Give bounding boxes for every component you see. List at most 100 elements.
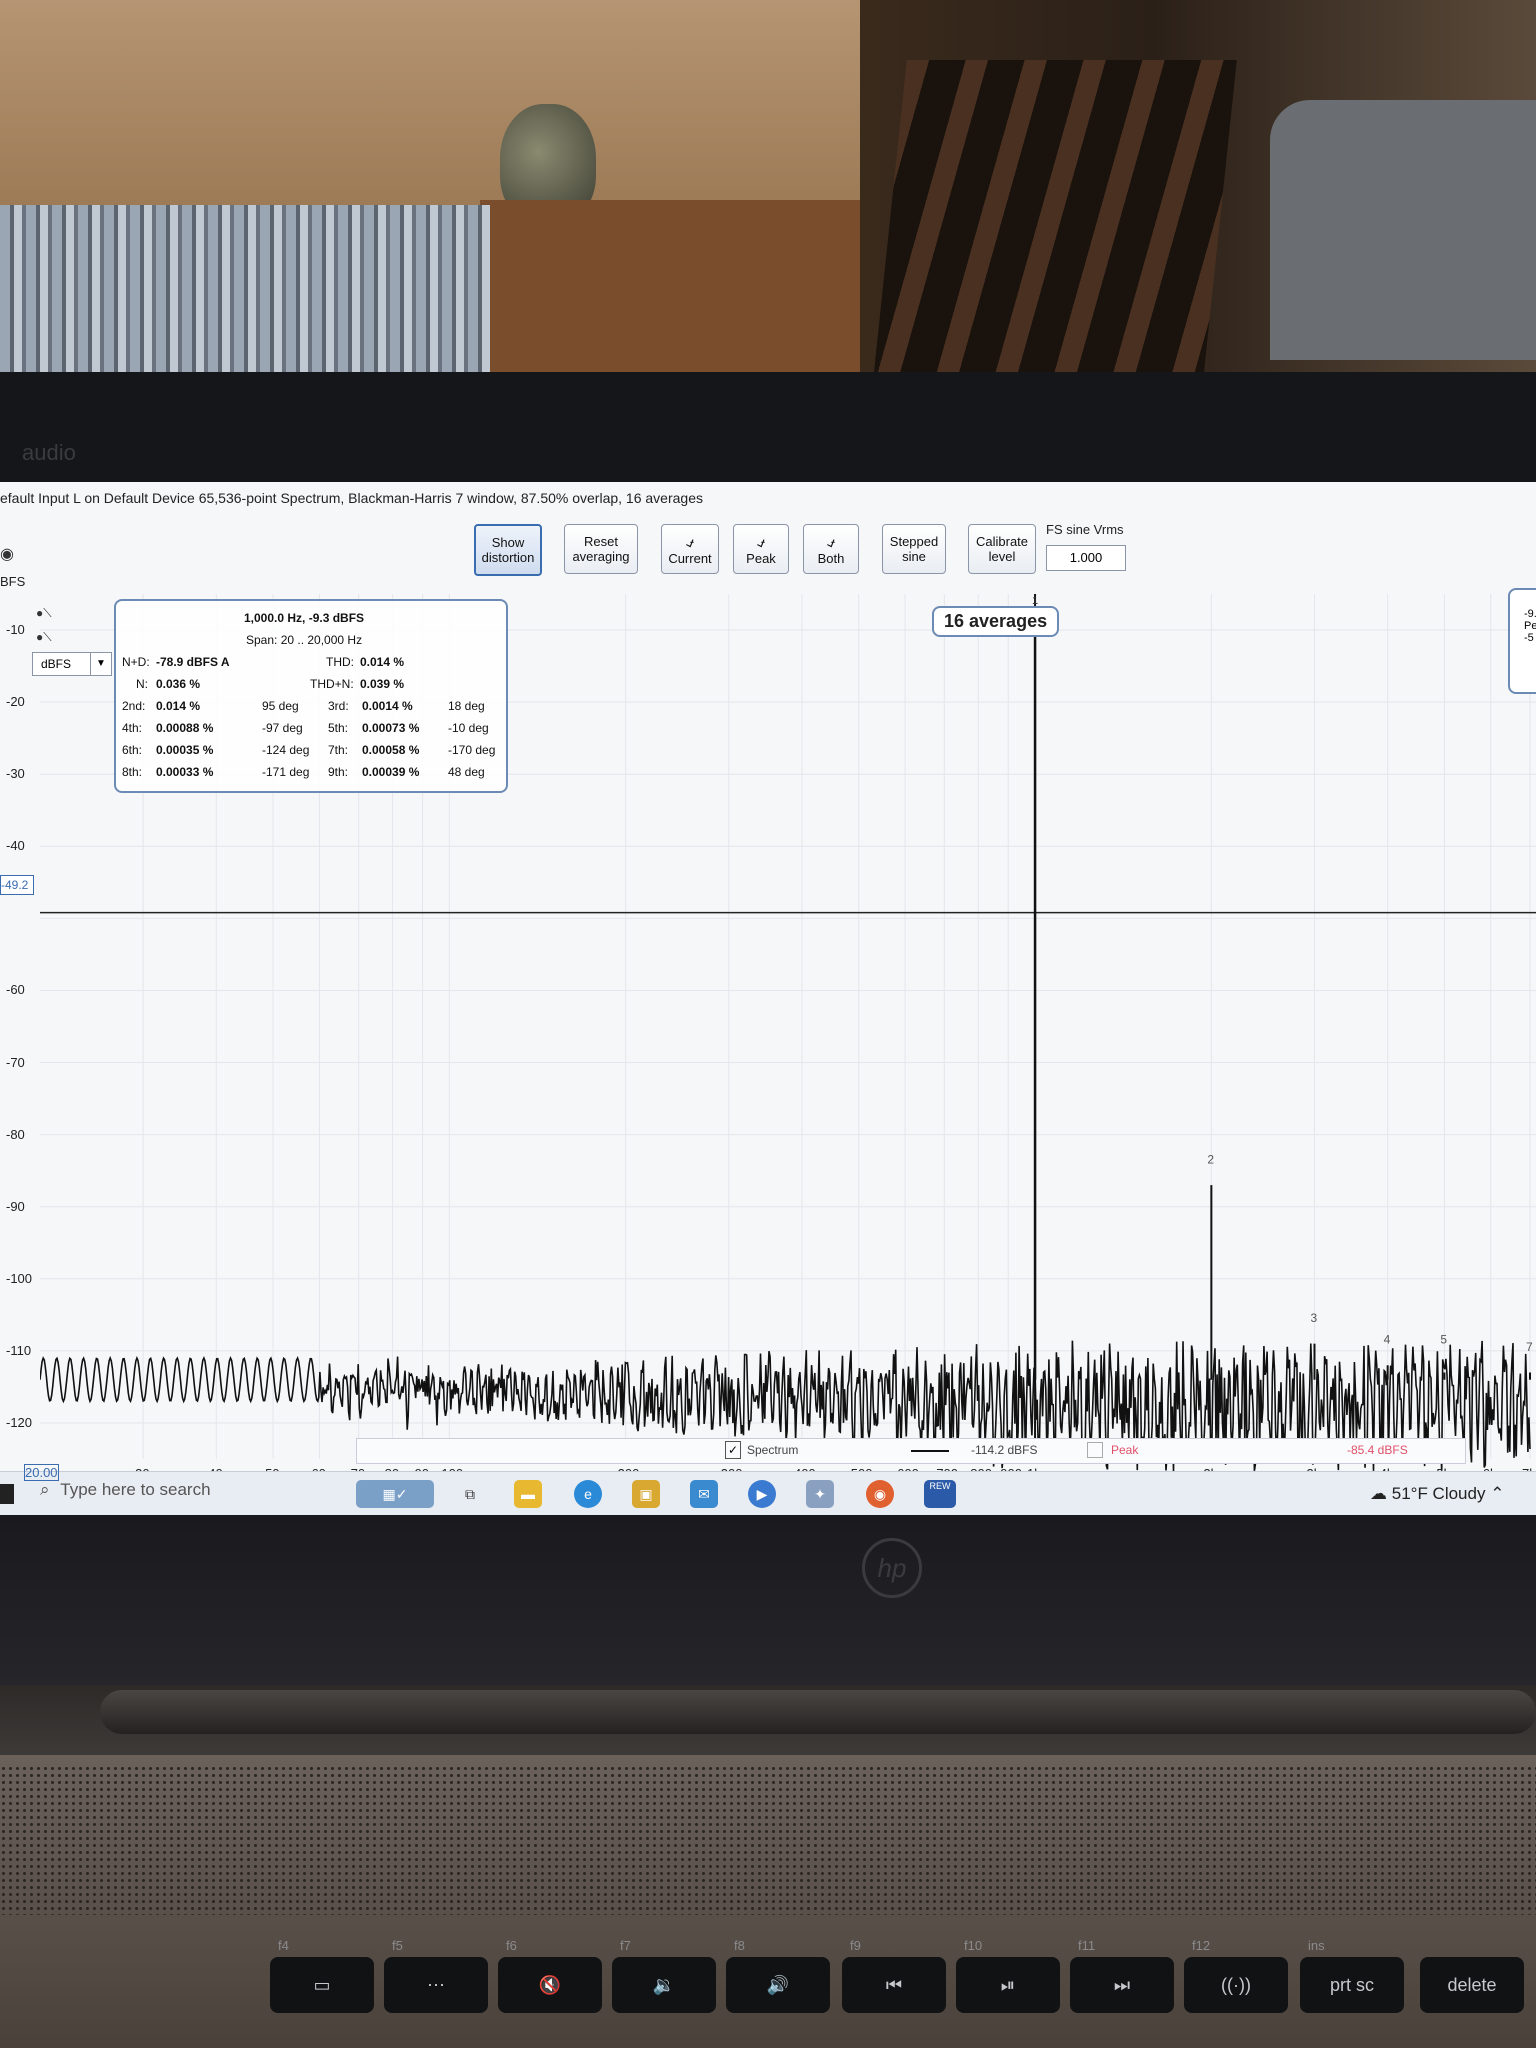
- cloud-icon: ☁: [1370, 1484, 1387, 1503]
- app-icon[interactable]: ✦: [806, 1480, 834, 1508]
- speaker-grille: [0, 1765, 1536, 1915]
- harmonic-p1-1: 95 deg: [262, 699, 299, 713]
- firefox-icon[interactable]: ◉: [866, 1480, 894, 1508]
- harmonic-h2-1: 3rd:: [328, 699, 349, 713]
- unit-select-value: dBFS: [41, 657, 72, 671]
- legend-bar: ✓ Spectrum -114.2 dBFS Peak -85.4 dBFS: [356, 1438, 1466, 1464]
- y-tick-label: -40: [6, 838, 25, 854]
- key-f5: f5 ⋯: [384, 1939, 488, 2013]
- reset-averaging-button[interactable]: Reset averaging: [564, 524, 638, 574]
- key-ins: ins prt sc: [1300, 1939, 1404, 2013]
- both-button[interactable]: ⍻ Both: [803, 524, 859, 574]
- taskbar-search[interactable]: ⌕ Type here to search: [40, 1480, 340, 1508]
- stepped-sine-button[interactable]: Stepped sine: [882, 524, 946, 574]
- taskbar: ⌕ Type here to search ▦✓ ⧉ ▬ e ▣ ✉ ▶ ✦ ◉…: [0, 1471, 1536, 1515]
- harmonic-h1-2: 4th:: [122, 721, 143, 735]
- harmonic-h2-3: 7th:: [328, 743, 349, 757]
- peak-level: -85.4 dBFS: [1347, 1443, 1408, 1457]
- show-distortion-label-2: distortion: [481, 550, 535, 565]
- key-f4: f4 ▭: [270, 1939, 374, 2013]
- harmonic-h2-4: 9th:: [328, 765, 349, 779]
- keyboard-row: f4 ▭ f5 ⋯ f6 🔇 f7 🔉 f8 🔊 f9 ⏮ f10 ⏯ f11 ⏭ f12 ((·)) ins prt…: [0, 1939, 1536, 2048]
- y-tick-label: -100: [6, 1270, 33, 1286]
- fs-sine-label: FS sine Vrms: [1046, 522, 1124, 537]
- current-button[interactable]: ⍻ Current: [661, 524, 719, 574]
- hinge-bar: [100, 1690, 1536, 1734]
- reset-averaging-label-1: Reset: [584, 534, 618, 549]
- thd-label: THD:: [326, 655, 354, 669]
- radio-option-2[interactable]: ●⟍: [36, 630, 52, 645]
- harmonic-v1-4: 0.00033 %: [156, 765, 214, 779]
- unit-select[interactable]: dBFS ▼: [32, 652, 112, 676]
- start-button[interactable]: [0, 1484, 14, 1504]
- widgets-icon[interactable]: ▦✓: [356, 1480, 434, 1508]
- averages-badge: 16 averages: [932, 606, 1060, 637]
- key-f11: f11 ⏭: [1070, 1939, 1174, 2013]
- x-start-label[interactable]: 20.00: [24, 1464, 59, 1481]
- harmonic-label: 5: [1440, 1333, 1447, 1347]
- fs-sine-input[interactable]: 1.000: [1046, 545, 1126, 571]
- media-player-icon[interactable]: ▶: [748, 1480, 776, 1508]
- y-tick-label: -10: [6, 622, 25, 638]
- background-wall: [0, 0, 860, 210]
- chevron-up-icon[interactable]: ⌃: [1490, 1484, 1504, 1503]
- harmonic-p2-1: 18 deg: [448, 699, 485, 713]
- edge-browser-icon[interactable]: e: [574, 1480, 602, 1508]
- harmonic-p2-4: 48 deg: [448, 765, 485, 779]
- harmonic-h1-4: 8th:: [122, 765, 143, 779]
- show-distortion-button[interactable]: Show distortion: [474, 524, 542, 576]
- eye-icon[interactable]: ◉: [0, 544, 14, 564]
- search-icon: ⌕: [40, 1480, 50, 1499]
- calibrate-level-button[interactable]: Calibrate level: [968, 524, 1036, 574]
- key-f7: f7 🔉: [612, 1939, 716, 2013]
- mail-icon[interactable]: ✉: [690, 1480, 718, 1508]
- bezel-logo: audio: [22, 440, 76, 465]
- stepped-sine-label-2: sine: [902, 549, 926, 564]
- harmonic-v1-3: 0.00035 %: [156, 743, 214, 757]
- harmonic-label: 2: [1207, 1152, 1214, 1166]
- right-readout-1: -9.: [1524, 608, 1536, 620]
- harmonic-h1-3: 6th:: [122, 743, 143, 757]
- chevron-down-icon[interactable]: ▼: [90, 653, 111, 675]
- weather-widget[interactable]: ☁ 51°F Cloudy ⌃: [1370, 1484, 1504, 1504]
- key-f10: f10 ⏯: [956, 1939, 1060, 2013]
- task-view-icon[interactable]: ⧉: [456, 1480, 484, 1508]
- harmonic-p2-3: -170 deg: [448, 743, 496, 757]
- key-f12: f12 ((·)): [1184, 1939, 1288, 2013]
- harmonic-v1-1: 0.014 %: [156, 699, 201, 713]
- span-readout: Span: 20 .. 20,000 Hz: [246, 633, 363, 647]
- key-f9: f9 ⏮: [842, 1939, 946, 2013]
- thdn-label: THD+N:: [310, 677, 354, 691]
- spectrum-legend-label: Spectrum: [747, 1443, 799, 1457]
- background-cloth: [1270, 100, 1536, 360]
- peak-button[interactable]: ⍻ Peak: [733, 524, 789, 574]
- nd-label: N+D:: [122, 655, 150, 669]
- file-explorer-icon[interactable]: ▬: [514, 1480, 542, 1508]
- harmonic-h1-1: 2nd:: [122, 699, 146, 713]
- rew-app-icon[interactable]: REW: [924, 1480, 956, 1508]
- radio-option-1[interactable]: ●⟍: [36, 606, 52, 621]
- hp-logo: hp: [862, 1538, 922, 1598]
- y-tick-label: -30: [6, 766, 25, 782]
- harmonic-h2-2: 5th:: [328, 721, 349, 735]
- key-delete: delete: [1420, 1957, 1524, 2013]
- store-icon[interactable]: ▣: [632, 1480, 660, 1508]
- show-distortion-label-1: Show: [491, 535, 525, 550]
- thd-value: 0.014 %: [360, 655, 405, 669]
- n-value: 0.036 %: [156, 677, 201, 691]
- peak-legend-label: Peak: [1111, 1443, 1139, 1457]
- y-tick-label: -110: [6, 1342, 32, 1358]
- spectrum-checkbox[interactable]: ✓: [725, 1441, 741, 1459]
- level-marker[interactable]: -49.2: [0, 875, 34, 895]
- current-label: Current: [668, 550, 712, 566]
- peak-label: Peak: [746, 550, 776, 566]
- spectrum-level: -114.2 dBFS: [971, 1443, 1038, 1457]
- y-tick-label: -70: [6, 1054, 25, 1070]
- measure-icon: ⍻: [686, 533, 694, 550]
- background-table: [480, 200, 860, 380]
- harmonic-v2-2: 0.00073 %: [362, 721, 420, 735]
- peak-checkbox[interactable]: [1087, 1442, 1103, 1458]
- thdn-value: 0.039 %: [360, 677, 405, 691]
- nd-value: -78.9 dBFS A: [156, 655, 230, 669]
- weather-text: 51°F Cloudy: [1391, 1484, 1486, 1503]
